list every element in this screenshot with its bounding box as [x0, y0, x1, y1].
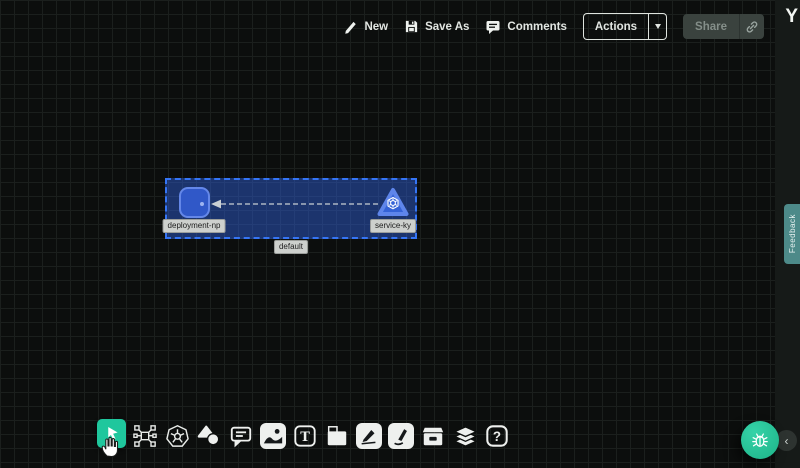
chevron-left-icon: ‹: [785, 435, 789, 447]
new-label: New: [364, 21, 388, 33]
copy-link-button[interactable]: [739, 14, 764, 39]
pen-icon: [358, 425, 380, 447]
actions-button[interactable]: Actions: [584, 14, 648, 39]
tool-image-button[interactable]: [260, 423, 286, 449]
comments-label: Comments: [507, 21, 566, 33]
comment-icon: [229, 424, 253, 448]
tool-pen-button[interactable]: [356, 423, 382, 449]
tool-help-button[interactable]: ?: [484, 423, 510, 449]
connector-anchor-dot: [200, 202, 204, 206]
app-logo: Y: [785, 6, 797, 28]
tool-select-button[interactable]: [97, 419, 126, 448]
bug-icon: [750, 430, 770, 450]
save-as-button[interactable]: Save As: [404, 19, 469, 34]
tool-archive-button[interactable]: [420, 423, 446, 449]
report-bug-button[interactable]: [741, 421, 779, 459]
tool-connect-nodes-button[interactable]: [132, 423, 158, 449]
service-node-label: service-ky: [370, 219, 416, 233]
connector-arrow[interactable]: [208, 197, 380, 211]
help-icon: ?: [485, 424, 509, 448]
save-icon: [404, 19, 419, 34]
share-label: Share: [695, 21, 727, 33]
tool-kubernetes-button[interactable]: [164, 423, 190, 449]
save-as-label: Save As: [425, 21, 469, 33]
feedback-tab[interactable]: Feedback: [784, 204, 800, 264]
new-button[interactable]: New: [343, 19, 388, 34]
feedback-tab-label: Feedback: [788, 214, 797, 253]
text-icon: T: [293, 424, 317, 448]
note-icon: [325, 424, 349, 448]
connect-nodes-icon: [133, 424, 157, 448]
comments-button[interactable]: Comments: [485, 19, 566, 35]
layers-icon: [453, 424, 478, 449]
kubernetes-icon: [165, 424, 190, 449]
diagram-canvas[interactable]: deployment-np service-ky default: [0, 0, 800, 468]
archive-box-icon: [421, 424, 445, 448]
tool-comment-button[interactable]: [228, 423, 254, 449]
shapes-icon: [197, 424, 221, 448]
top-toolbar: New Save As Comments Actions Share: [343, 13, 764, 40]
tool-freehand-button[interactable]: [388, 423, 414, 449]
namespace-label: default: [274, 240, 308, 254]
tool-note-button[interactable]: [324, 423, 350, 449]
service-node[interactable]: [376, 185, 410, 219]
link-icon: [745, 20, 759, 34]
cursor-arrow-icon: [103, 424, 121, 442]
tool-palette: T: [97, 423, 510, 449]
share-split-button: Share: [683, 14, 764, 39]
chevron-down-icon: [655, 24, 661, 29]
svg-text:T: T: [300, 430, 310, 445]
share-button[interactable]: Share: [683, 14, 739, 39]
tool-layers-button[interactable]: [452, 423, 478, 449]
actions-dropdown-button[interactable]: [648, 14, 666, 39]
tool-shapes-button[interactable]: [196, 423, 222, 449]
svg-text:?: ?: [493, 429, 501, 444]
actions-split-button: Actions: [583, 13, 667, 40]
collapse-panel-button[interactable]: ‹: [776, 430, 797, 451]
freehand-pen-icon: [390, 425, 412, 447]
tool-text-button[interactable]: T: [292, 423, 318, 449]
pencil-icon: [343, 19, 358, 34]
deployment-node-label: deployment-np: [163, 219, 226, 233]
image-icon: [262, 425, 284, 447]
deployment-node[interactable]: [179, 187, 210, 218]
comments-icon: [485, 19, 501, 35]
actions-label: Actions: [595, 21, 637, 33]
